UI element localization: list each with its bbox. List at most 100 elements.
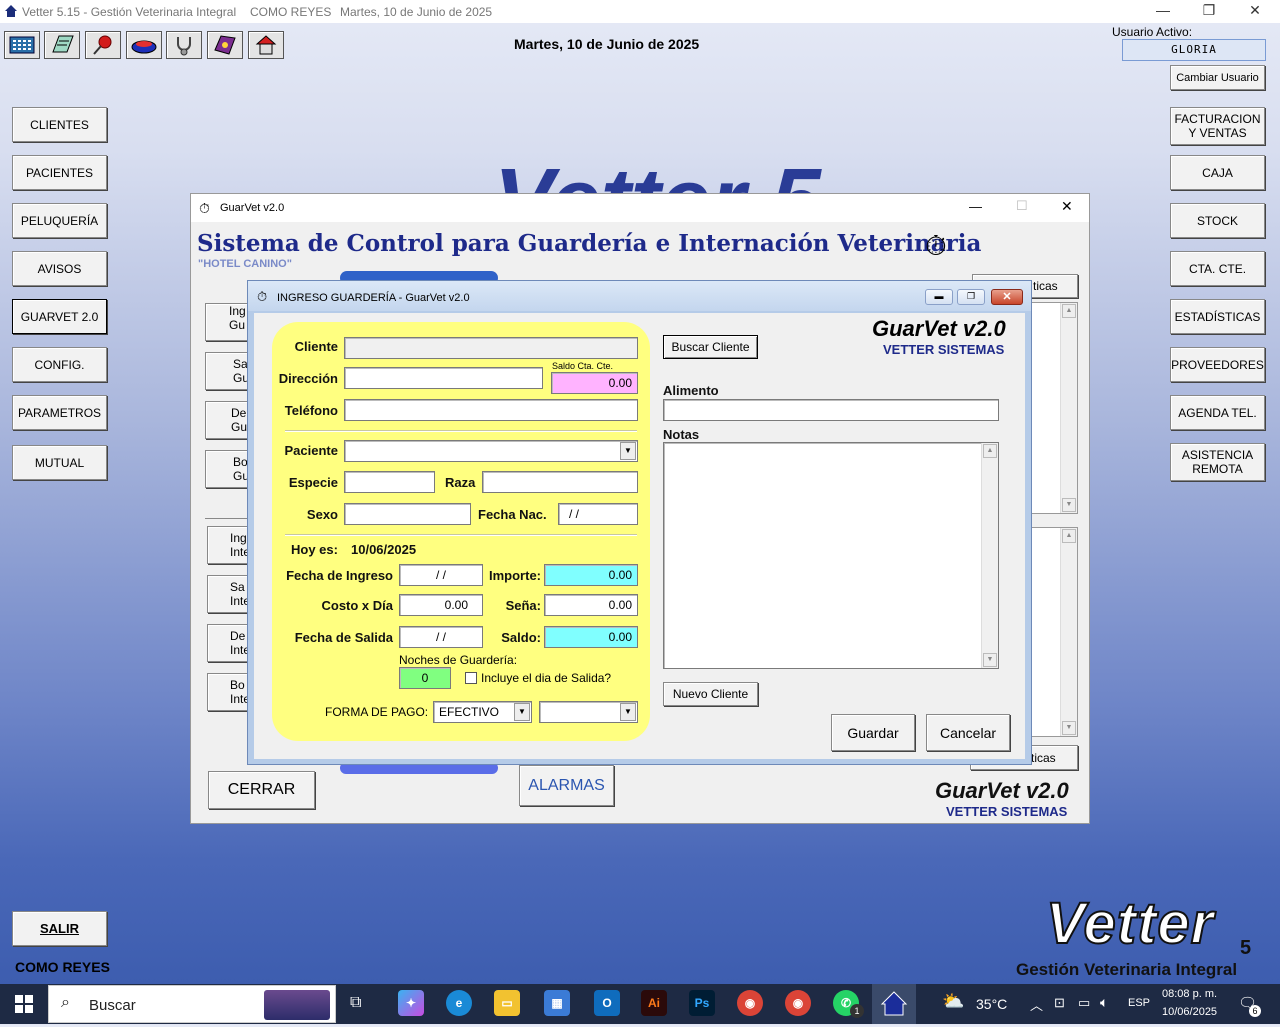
forma-pago-label: FORMA DE PAGO: <box>325 705 429 719</box>
outlook-icon[interactable]: O <box>594 990 620 1016</box>
sena-label: Seña: <box>505 598 541 613</box>
forma-pago-select[interactable]: EFECTIVO ▼ <box>433 701 532 723</box>
guarvet-list-bottom[interactable]: ▲ ▼ <box>1030 527 1078 737</box>
task-view-icon[interactable]: ⧉ <box>350 994 361 1012</box>
menu-estadisticas-button[interactable]: ESTADÍSTICAS <box>1170 299 1265 334</box>
chrome-icon[interactable]: ◉ <box>785 990 811 1016</box>
chevron-down-icon[interactable]: ▼ <box>514 703 530 721</box>
menu-cta-cte-button[interactable]: CTA. CTE. <box>1170 251 1265 286</box>
forma-pago-detail-select[interactable]: ▼ <box>539 701 638 723</box>
menu-clientes-button[interactable]: CLIENTES <box>12 107 107 142</box>
cliente-field[interactable] <box>344 337 638 359</box>
chevron-down-icon[interactable]: ▼ <box>620 703 636 721</box>
calculator-icon[interactable] <box>4 31 40 59</box>
pet-bowl-icon[interactable] <box>126 31 162 59</box>
importe-field: 0.00 <box>544 564 638 586</box>
edge-icon[interactable]: e <box>446 990 472 1016</box>
taskbar-search[interactable]: ⌕ Buscar <box>48 985 336 1023</box>
chevron-up-icon[interactable]: ︿ <box>1030 995 1043 1014</box>
chevron-up-icon[interactable]: ▲ <box>983 444 997 458</box>
guarvet-titlebar: ⏱ GuarVet v2.0 — ☐ ✕ <box>191 194 1089 222</box>
menu-pacientes-button[interactable]: PACIENTES <box>12 155 107 190</box>
illustrator-icon[interactable]: Ai <box>641 990 667 1016</box>
close-icon[interactable]: ✕ <box>1240 2 1270 19</box>
notebook-icon[interactable] <box>44 31 80 59</box>
incluye-salida-checkbox[interactable] <box>465 672 477 684</box>
notas-textarea[interactable]: ▲ ▼ <box>663 442 999 669</box>
direccion-field[interactable] <box>344 367 543 389</box>
guarvet-alarms-button[interactable]: ALARMAS <box>519 765 614 806</box>
menu-agenda-button[interactable]: AGENDA TEL. <box>1170 395 1265 430</box>
fecha-salida-field[interactable]: / / <box>399 626 483 648</box>
windows-start-icon[interactable] <box>14 994 34 1014</box>
menu-mutual-button[interactable]: MUTUAL <box>12 445 107 480</box>
minimize-icon[interactable]: — <box>1148 2 1178 18</box>
incluye-salida-label: Incluye el dia de Salida? <box>481 671 612 685</box>
weather-icon[interactable]: ⛅ <box>942 991 964 1012</box>
nuevo-cliente-button[interactable]: Nuevo Cliente <box>663 682 758 706</box>
stopwatch-icon: ⏱ <box>925 230 947 261</box>
fecha-ingreso-field[interactable]: / / <box>399 564 483 586</box>
guarvet-list-top[interactable]: ▲ ▼ <box>1030 302 1078 514</box>
menu-facturacion-button[interactable]: FACTURACION Y VENTAS <box>1170 107 1265 145</box>
direccion-label: Dirección <box>278 371 338 386</box>
store-icon[interactable]: ▦ <box>544 990 570 1016</box>
volume-icon[interactable]: 🔈︎ <box>1100 994 1108 1011</box>
alimento-field[interactable] <box>663 399 999 421</box>
sexo-label: Sexo <box>306 507 338 522</box>
exit-button[interactable]: SALIR <box>12 911 107 946</box>
dialog-minimize-icon[interactable]: ▬ <box>925 289 953 305</box>
dialog-close-icon[interactable]: ✕ <box>991 289 1023 305</box>
cancelar-button[interactable]: Cancelar <box>926 714 1010 751</box>
telefono-label: Teléfono <box>284 403 338 418</box>
network-icon[interactable]: ⊡ <box>1054 995 1065 1011</box>
guarvet-close-icon[interactable]: ✕ <box>1061 198 1073 215</box>
guarvet-close-button[interactable]: CERRAR <box>208 771 315 809</box>
menu-proveedores-button[interactable]: PROVEEDORES <box>1170 347 1265 382</box>
stethoscope-icon[interactable] <box>166 31 202 59</box>
language-indicator[interactable]: ESP <box>1128 997 1150 1009</box>
menu-caja-button[interactable]: CAJA <box>1170 155 1265 190</box>
book-icon[interactable] <box>207 31 243 59</box>
change-user-button[interactable]: Cambiar Usuario <box>1170 65 1265 90</box>
telefono-field[interactable] <box>344 399 638 421</box>
pushpin-icon[interactable] <box>85 31 121 59</box>
house-icon[interactable] <box>248 31 284 59</box>
display-icon[interactable]: ▭ <box>1078 995 1090 1011</box>
guarvet-maximize-icon[interactable]: ☐ <box>1016 198 1028 214</box>
photoshop-icon[interactable]: Ps <box>689 990 715 1016</box>
menu-config-button[interactable]: CONFIG. <box>12 347 107 382</box>
menu-stock-button[interactable]: STOCK <box>1170 203 1265 238</box>
search-icon: ⌕ <box>61 994 70 1011</box>
clock-time[interactable]: 08:08 p. m. <box>1162 988 1217 1000</box>
chevron-down-icon[interactable]: ▼ <box>983 653 997 667</box>
menu-avisos-button[interactable]: AVISOS <box>12 251 107 286</box>
notifications-badge: 6 <box>1249 1005 1261 1017</box>
chrome-icon[interactable]: ◉ <box>737 990 763 1016</box>
menu-guarvet-button[interactable]: GUARVET 2.0 <box>12 299 107 334</box>
sexo-field[interactable] <box>344 503 471 525</box>
menu-peluqueria-button[interactable]: PELUQUERÍA <box>12 203 107 238</box>
chevron-down-icon[interactable]: ▼ <box>620 442 636 460</box>
file-explorer-icon[interactable]: ▭ <box>494 990 520 1016</box>
menu-asistencia-button[interactable]: ASISTENCIA REMOTA <box>1170 443 1265 481</box>
raza-field[interactable] <box>482 471 638 493</box>
hoy-es-value: 10/06/2025 <box>351 542 417 557</box>
especie-field[interactable] <box>344 471 435 493</box>
copilot-icon[interactable]: ✦ <box>398 990 424 1016</box>
buscar-cliente-button[interactable]: Buscar Cliente <box>663 335 758 359</box>
clock-date[interactable]: 10/06/2025 <box>1162 1006 1217 1018</box>
search-highlight-image <box>264 990 330 1020</box>
guardar-button[interactable]: Guardar <box>831 714 915 751</box>
fecha-nac-field[interactable]: / / <box>558 503 638 525</box>
guarvet-minimize-icon[interactable]: — <box>969 199 982 214</box>
paciente-select[interactable]: ▼ <box>344 440 638 462</box>
restore-icon[interactable]: ❐ <box>1194 2 1224 19</box>
costo-dia-field[interactable]: 0.00 <box>399 594 483 616</box>
noches-label: Noches de Guardería: <box>399 653 518 667</box>
dialog-maximize-icon[interactable]: ❐ <box>957 289 985 305</box>
notas-scrollbar[interactable]: ▲ ▼ <box>981 443 998 668</box>
vetter-taskbar-button[interactable] <box>872 984 916 1024</box>
menu-parametros-button[interactable]: PARAMETROS <box>12 395 107 430</box>
sena-field[interactable]: 0.00 <box>544 594 638 616</box>
